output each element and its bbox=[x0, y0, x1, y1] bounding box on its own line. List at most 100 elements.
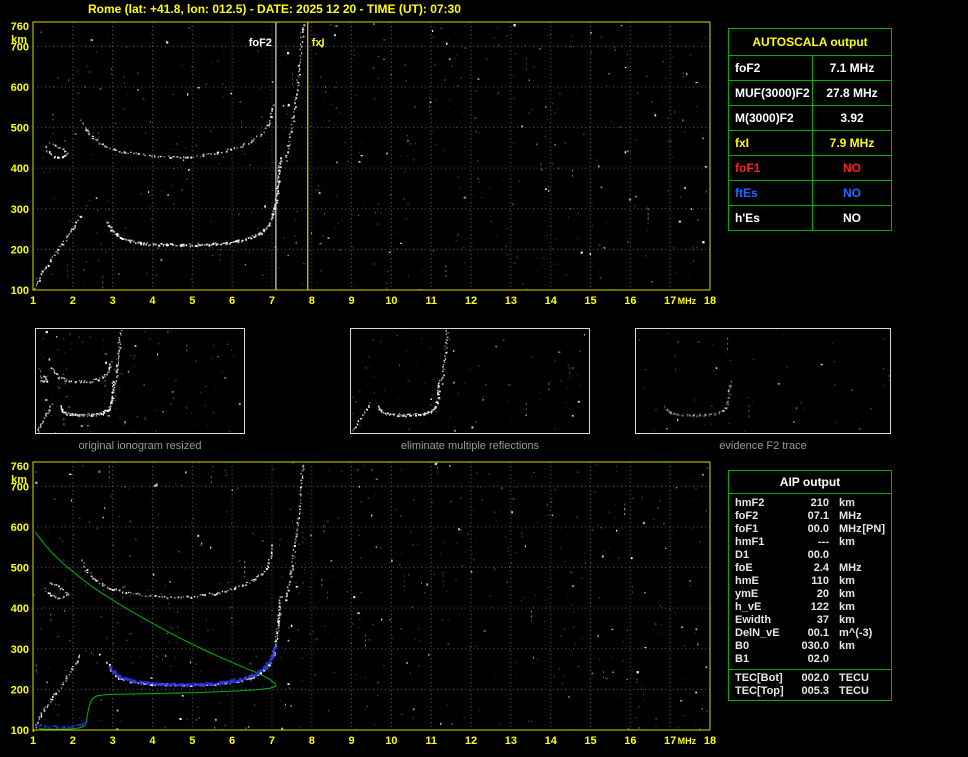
page-title: Rome (lat: +41.8, lon: 012.5) - DATE: 20… bbox=[88, 2, 461, 16]
thumbnail-eliminate-reflections: eliminate multiple reflections bbox=[350, 328, 590, 452]
autoscala-row-value: 7.1 MHz bbox=[813, 56, 891, 80]
ionogram-svg bbox=[36, 329, 246, 433]
axis-tick-label: 500 bbox=[11, 123, 29, 135]
aip-row: TEC[Top]005.3 TECU bbox=[729, 685, 891, 698]
axis-tick-label: 10 bbox=[385, 295, 397, 307]
thumbnail-original-ionogram: original ionogram resized bbox=[35, 328, 245, 452]
axis-tick-label: 400 bbox=[11, 163, 29, 175]
autoscala-row: fxI7.9 MHz bbox=[729, 130, 891, 155]
autoscala-row: foF27.1 MHz bbox=[729, 55, 891, 80]
thumbnail-evidence-f2: evidence F2 trace bbox=[635, 328, 891, 452]
aip-row: h_vE122km bbox=[729, 601, 891, 614]
axis-tick-label: 700 bbox=[11, 41, 29, 53]
axis-tick-label: 300 bbox=[11, 204, 29, 216]
aip-row: foF100.0MHz[PN] bbox=[729, 523, 891, 536]
aip-value: 005.3 bbox=[791, 685, 829, 698]
aip-value: 00.1 bbox=[791, 627, 829, 640]
axis-tick-label: 18 bbox=[704, 295, 716, 307]
axis-tick-label: MHz bbox=[678, 736, 697, 746]
aip-row: foF207.1MHz bbox=[729, 510, 891, 523]
thumbnail-eliminate-reflections-caption: eliminate multiple reflections bbox=[350, 440, 590, 452]
axis-tick-label: 14 bbox=[545, 735, 558, 747]
aip-unit: km bbox=[839, 614, 855, 627]
autoscala-row: ftEsNO bbox=[729, 180, 891, 205]
aip-value: 02.0 bbox=[791, 653, 829, 666]
marker-label-foF2: foF2 bbox=[249, 37, 272, 49]
autoscala-row-label: M(3000)F2 bbox=[729, 106, 813, 130]
autoscala-row-value: NO bbox=[813, 206, 891, 230]
aip-row: DelN_vE00.1m^(-3) bbox=[729, 627, 891, 640]
aip-label: hmF1 bbox=[735, 536, 791, 549]
axis-tick-label: 15 bbox=[584, 295, 596, 307]
thumbnail-eliminate-reflections-image bbox=[350, 328, 590, 434]
aip-value: 37 bbox=[791, 614, 829, 627]
ionogram-svg: 760km10020030040050060070012345678910111… bbox=[0, 456, 724, 752]
autoscala-table-rows: foF27.1 MHzMUF(3000)F227.8 MHzM(3000)F23… bbox=[729, 55, 891, 230]
axis-tick-label: 1 bbox=[30, 295, 36, 307]
axis-tick-label: 600 bbox=[11, 82, 29, 94]
axis-tick-label: 7 bbox=[269, 735, 275, 747]
axis-tick-label: 6 bbox=[229, 735, 235, 747]
autoscala-row-value: NO bbox=[813, 156, 891, 180]
axis-tick-label: 300 bbox=[11, 644, 29, 656]
autoscala-row-label: ftEs bbox=[729, 181, 813, 205]
thumbnail-original-ionogram-image bbox=[35, 328, 245, 434]
axis-tick-label: 11 bbox=[425, 295, 437, 307]
autoscala-screen: Rome (lat: +41.8, lon: 012.5) - DATE: 20… bbox=[0, 0, 968, 755]
axis-tick-label: 5 bbox=[189, 295, 195, 307]
axis-tick-label: 2 bbox=[70, 735, 76, 747]
axis-tick-label: 14 bbox=[545, 295, 558, 307]
axis-tick-label: 500 bbox=[11, 563, 29, 575]
aip-value: 20 bbox=[791, 588, 829, 601]
aip-value: 122 bbox=[791, 601, 829, 614]
aip-label: ymE bbox=[735, 588, 791, 601]
autoscala-row: foF1NO bbox=[729, 155, 891, 180]
aip-unit: km bbox=[839, 575, 855, 588]
aip-table-title: AIP output bbox=[729, 471, 891, 494]
aip-extra: [PN] bbox=[862, 523, 885, 536]
axis-tick-label: 2 bbox=[70, 295, 76, 307]
aip-table-rows: hmF2210kmfoF207.1MHzfoF100.0MHz[PN]hmF1-… bbox=[729, 497, 891, 666]
aip-value: --- bbox=[791, 536, 829, 549]
aip-label: Ewidth bbox=[735, 614, 791, 627]
aip-unit: TECU bbox=[839, 672, 869, 685]
axis-tick-label: 17 bbox=[664, 295, 676, 307]
ionogram-svg bbox=[636, 329, 892, 433]
ionogram-svg: foF2fxI760km1002003004005006007001234567… bbox=[0, 16, 724, 312]
aip-row: B102.0 bbox=[729, 653, 891, 666]
aip-label: hmF2 bbox=[735, 497, 791, 510]
aip-value: 07.1 bbox=[791, 510, 829, 523]
axis-tick-label: 1 bbox=[30, 735, 36, 747]
bottom-ionogram-plot: 760km10020030040050060070012345678910111… bbox=[0, 456, 724, 752]
axis-tick-label: 200 bbox=[11, 684, 29, 696]
axis-tick-label: 16 bbox=[624, 295, 636, 307]
aip-label: foE bbox=[735, 562, 791, 575]
axis-tick-label: 760 bbox=[11, 21, 29, 33]
autoscala-row: h'EsNO bbox=[729, 205, 891, 230]
axis-tick-label: 4 bbox=[149, 295, 156, 307]
axis-tick-label: 600 bbox=[11, 522, 29, 534]
aip-unit: MHz bbox=[839, 523, 862, 536]
aip-label: TEC[Top] bbox=[735, 685, 791, 698]
autoscala-row-label: foF1 bbox=[729, 156, 813, 180]
aip-unit: TECU bbox=[839, 685, 869, 698]
aip-unit: km bbox=[839, 588, 855, 601]
aip-label: B0 bbox=[735, 640, 791, 653]
axis-tick-label: 4 bbox=[149, 735, 156, 747]
autoscala-row-value: NO bbox=[813, 181, 891, 205]
axis-tick-label: 12 bbox=[465, 295, 477, 307]
axis-tick-label: 11 bbox=[425, 735, 437, 747]
aip-unit: km bbox=[839, 497, 855, 510]
axis-tick-label: MHz bbox=[678, 296, 697, 306]
aip-unit: m^(-3) bbox=[839, 627, 872, 640]
axis-tick-label: 8 bbox=[309, 295, 315, 307]
aip-row: D100.0 bbox=[729, 549, 891, 562]
top-ionogram-plot: foF2fxI760km1002003004005006007001234567… bbox=[0, 16, 724, 312]
axis-tick-label: 12 bbox=[465, 735, 477, 747]
aip-row: hmE110km bbox=[729, 575, 891, 588]
aip-label: TEC[Bot] bbox=[735, 672, 791, 685]
aip-unit: km bbox=[839, 536, 855, 549]
aip-row: TEC[Bot]002.0TECU bbox=[729, 672, 891, 685]
aip-table-tec-rows: TEC[Bot]002.0TECUTEC[Top]005.3 TECU bbox=[729, 669, 891, 698]
aip-unit: km bbox=[839, 601, 855, 614]
